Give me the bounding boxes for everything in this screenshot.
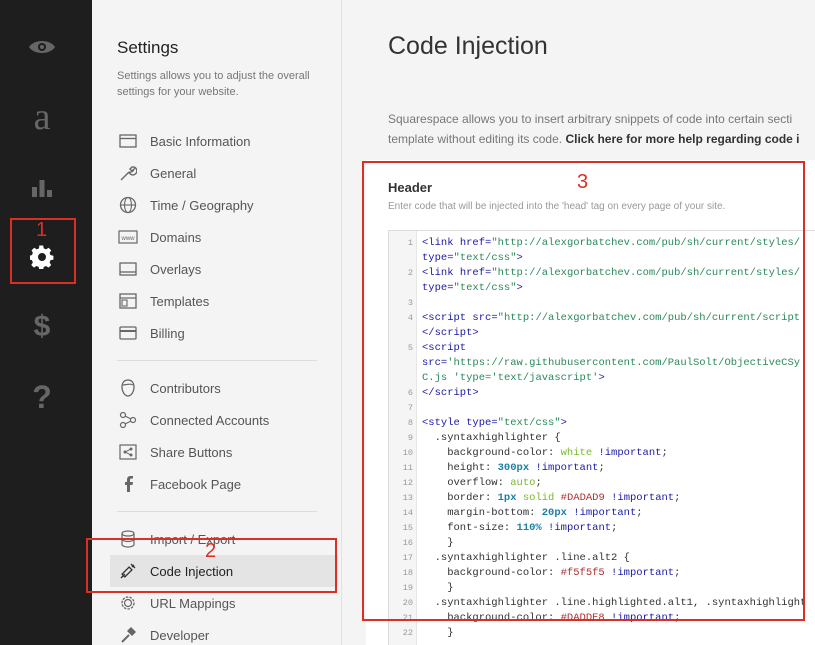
nav-label: Overlays [150,261,202,277]
annotation-box-3 [362,161,805,621]
help-link[interactable]: Click here for more help regarding code … [565,132,799,146]
id-card-icon [116,129,140,153]
page-title: Code Injection [388,32,548,60]
nav-divider [117,511,317,512]
nav-label: Domains [150,229,202,245]
help-icon[interactable]: ? [0,375,84,419]
annotation-number-2: 2 [205,540,217,562]
facebook-icon [116,472,140,496]
nav-item-billing[interactable]: Billing [110,317,338,349]
panel-title: Settings [117,38,179,57]
nav-item-contributors[interactable]: Contributors [110,372,338,404]
nav-divider [117,360,317,361]
nav-item-time-geography[interactable]: Time / Geography [110,189,338,221]
globe-icon [116,193,140,217]
page-description: Squarespace allows you to insert arbitra… [388,109,815,149]
www-icon: www [116,225,140,249]
eye-icon[interactable] [0,25,84,69]
description-line-1: Squarespace allows you to insert arbitra… [388,112,793,126]
nav-label: Facebook Page [150,476,242,492]
description-text: template without editing its code. [388,132,566,146]
credit-card-icon [116,321,140,345]
nav-item-developer[interactable]: Developer [110,619,338,645]
nav-label: Time / Geography [150,197,254,213]
nav-label: URL Mappings [150,595,236,611]
annotation-number-1: 1 [36,219,48,241]
connected-icon [116,408,140,432]
nav-item-connected-accounts[interactable]: Connected Accounts [110,404,338,436]
nav-label: Basic Information [150,133,251,149]
share-icon [116,440,140,464]
user-icon [116,376,140,400]
overlay-icon [116,257,140,281]
template-icon [116,289,140,313]
icon-rail: a $ ? [0,0,92,645]
cog-outline-icon [116,591,140,615]
line-number: 22 [402,628,413,638]
code-text: } [422,627,454,639]
commerce-icon[interactable]: a [0,95,84,139]
nav-label: Developer [150,627,210,643]
code-line: 22 } [389,626,815,641]
svg-text:www: www [121,236,136,242]
nav-label: Connected Accounts [150,412,270,428]
analytics-icon[interactable] [0,165,84,209]
nav-label: Templates [150,293,210,309]
description-line-2: template without editing its code. Click… [388,129,815,149]
annotation-number-3: 3 [577,171,589,193]
nav-label: Share Buttons [150,444,233,460]
hammer-icon [116,623,140,645]
panel-description: Settings allows you to adjust the overal… [117,70,310,98]
nav-item-basic-information[interactable]: Basic Information [110,125,338,157]
wrench-icon [116,161,140,185]
nav-item-domains[interactable]: www Domains [110,221,338,253]
nav-item-share-buttons[interactable]: Share Buttons [110,436,338,468]
nav-item-overlays[interactable]: Overlays [110,253,338,285]
nav-item-templates[interactable]: Templates [110,285,338,317]
nav-item-facebook-page[interactable]: Facebook Page [110,468,338,500]
nav-label: Billing [150,325,185,341]
nav-label: General [150,165,197,181]
nav-label: Contributors [150,380,221,396]
nav-item-general[interactable]: General [110,157,338,189]
dollar-icon[interactable]: $ [0,305,84,349]
